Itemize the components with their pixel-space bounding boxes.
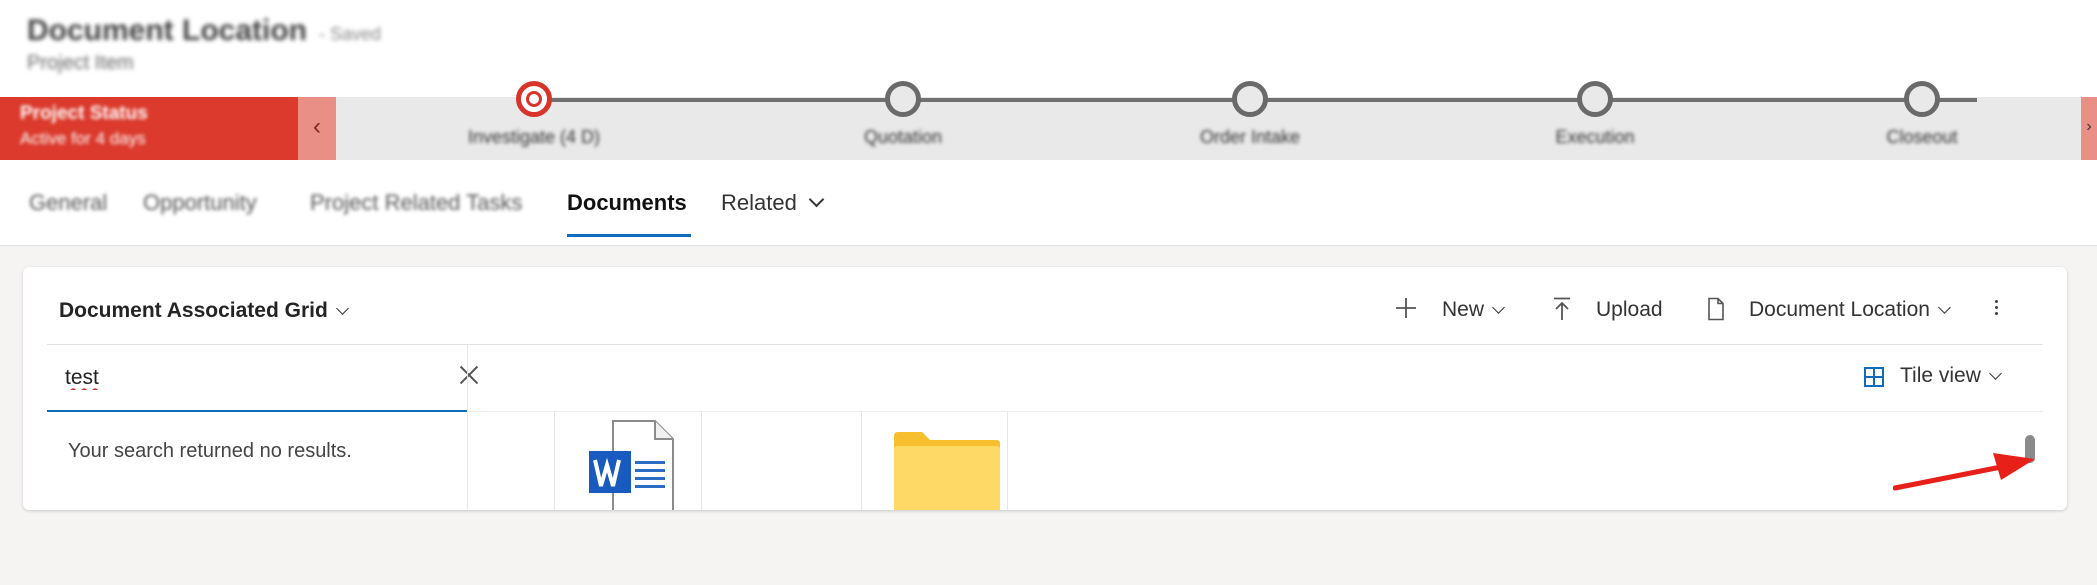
word-document-icon [589,420,674,510]
stage-label: Investigate (4 D) [467,127,601,147]
document-location-icon [1708,297,1724,321]
stage-label: Quotation [863,127,943,147]
chevron-down-icon [1492,301,1505,314]
more-commands-icon[interactable] [1993,297,1999,321]
process-status-duration: Active for 4 days [20,129,146,148]
no-results-message: Your search returned no results. [68,440,352,462]
upload-button[interactable]: Upload [1596,298,1663,322]
process-status-title: Project Status [20,103,148,124]
tile-view-label: Tile view [1900,364,1981,387]
plus-icon [1396,298,1416,318]
tab-project-related-tasks[interactable]: Project Related Tasks [310,190,522,216]
stage-icon [885,81,921,117]
tab-related-label: Related [721,190,797,215]
chevron-down-icon [335,302,349,315]
stage-icon [1904,81,1940,117]
folder-tile[interactable] [892,430,1002,510]
view-selector[interactable]: Document Associated Grid [59,299,349,323]
tab-related[interactable]: Related [721,190,825,216]
stage-label: Closeout [1886,127,1958,147]
process-status-flyout[interactable]: Project Status Active for 4 days [0,97,298,160]
process-stage-1[interactable]: Investigate (4 D) [424,81,644,160]
chevron-down-icon [1938,301,1951,314]
tile-divider [701,412,702,510]
chevron-down-icon [808,191,825,208]
view-bar-divider [467,411,2043,412]
tab-documents[interactable]: Documents [567,190,687,216]
tab-general[interactable]: General [29,190,107,216]
save-status: - Saved [319,24,382,44]
new-button-label: New [1442,298,1485,321]
process-next-button[interactable]: › [2081,97,2097,160]
active-stage-icon [516,81,552,117]
chevron-down-icon [1989,367,2002,380]
form-tab-bar: General Opportunity Project Related Task… [0,160,2097,246]
process-collapse-button[interactable]: ‹ [298,97,336,160]
stage-label: Order Intake [1199,127,1301,147]
new-button[interactable]: New [1442,298,1505,322]
process-stage-2[interactable]: Quotation [793,81,1013,160]
tab-opportunity[interactable]: Opportunity [143,190,257,216]
document-location-button[interactable]: Document Location [1749,298,1951,322]
stage-label: Execution [1555,127,1635,147]
tile-divider [861,412,862,510]
pane-divider [467,345,468,510]
upload-icon [1554,297,1570,320]
tile-view-selector[interactable]: Tile view [1864,364,2002,388]
document-grid-card: Document Associated Grid New Upload Docu… [23,267,2067,510]
stage-icon [1577,81,1613,117]
annotation-arrow-icon [1893,453,2035,491]
process-stage-4[interactable]: Execution [1485,81,1705,160]
stage-icon [1232,81,1268,117]
process-stage-3[interactable]: Order Intake [1140,81,1360,160]
folder-icon [894,432,1000,510]
search-input[interactable] [65,363,395,393]
search-box [47,345,467,412]
word-document-tile[interactable] [589,419,675,510]
record-title: Document Location - Saved [27,14,381,48]
view-selector-label: Document Associated Grid [59,299,328,322]
tile-divider [554,412,555,510]
process-stage-5[interactable]: Closeout [1812,81,2032,160]
clear-search-icon[interactable] [457,363,481,387]
business-process-flow: Project Status Active for 4 days ‹ Inves… [0,81,2097,160]
document-location-label: Document Location [1749,298,1930,321]
selected-tab-indicator [567,234,691,237]
record-subtitle: Project Item [27,52,134,74]
record-header: Document Location - Saved Project Item [0,0,2097,97]
record-title-text: Document Location [27,14,308,47]
tile-divider [1007,412,1008,510]
